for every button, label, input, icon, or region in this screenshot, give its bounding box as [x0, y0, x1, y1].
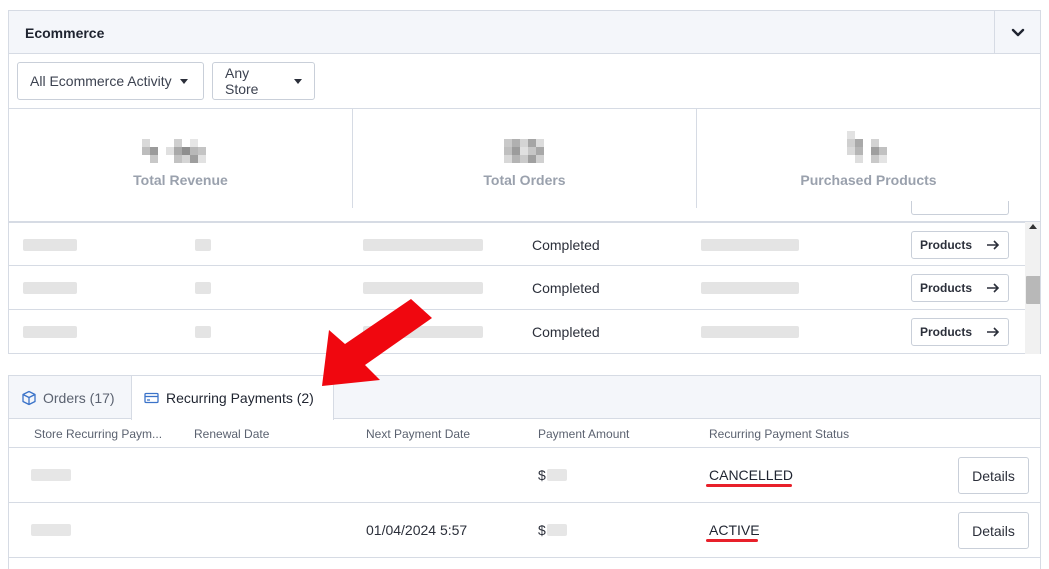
products-button-label: Products	[920, 325, 973, 339]
orders-list: Completed Products Completed Products Co…	[9, 222, 1025, 354]
tab-orders-label: Orders (17)	[43, 389, 115, 406]
caret-down-icon	[179, 78, 188, 84]
annotation-underline	[706, 484, 792, 487]
products-button-label: Products	[920, 238, 973, 252]
ecommerce-title: Ecommerce	[25, 25, 105, 41]
stat-value-obscured	[142, 131, 222, 165]
details-button[interactable]: Details	[958, 457, 1029, 494]
column-header[interactable]: Renewal Date	[194, 427, 269, 441]
column-header[interactable]: Store Recurring Paym...	[34, 427, 162, 441]
activity-filter-label: All Ecommerce Activity	[30, 73, 172, 89]
obscured-text	[195, 239, 211, 251]
stat-label: Total Revenue	[133, 172, 228, 188]
recurring-row: 01/04/2024 5:57 $ ACTIVE Details	[9, 503, 1040, 558]
order-row: Completed Products	[9, 266, 1025, 310]
tab-bar: Orders (17) Recurring Payments (2)	[9, 376, 1040, 420]
obscured-text	[31, 469, 71, 481]
activity-filter-dropdown[interactable]: All Ecommerce Activity	[17, 62, 204, 100]
scroll-up-arrow-icon[interactable]	[1029, 224, 1037, 229]
obscured-text	[31, 524, 71, 536]
recurring-row: $ CANCELLED Details	[9, 448, 1040, 503]
arrow-right-icon	[987, 327, 1000, 337]
collapse-button[interactable]	[994, 11, 1040, 54]
obscured-text	[363, 326, 483, 338]
obscured-text	[195, 282, 211, 294]
annotation-underline	[706, 539, 758, 542]
products-button[interactable]: Products	[911, 318, 1009, 346]
pixelated-value	[504, 139, 544, 163]
obscured-text	[547, 469, 567, 481]
tab-recurring-label: Recurring Payments (2)	[166, 390, 314, 406]
order-status: Completed	[532, 324, 600, 340]
stat-label: Purchased Products	[800, 172, 937, 188]
recurring-status: CANCELLED	[709, 467, 794, 483]
orders-scrollbar[interactable]	[1025, 222, 1040, 354]
recurring-card: Orders (17) Recurring Payments (2) Store…	[8, 375, 1041, 569]
obscured-text	[23, 326, 77, 338]
order-row: Completed Products	[9, 222, 1025, 266]
stat-value-obscured	[504, 131, 552, 165]
recurring-status: ACTIVE	[709, 522, 760, 538]
stat-value-obscured	[847, 131, 895, 165]
column-header[interactable]: Recurring Payment Status	[709, 427, 849, 441]
recurring-table-header: Store Recurring Paym... Renewal Date Nex…	[9, 420, 1040, 448]
products-button[interactable]: Products	[911, 231, 1009, 259]
tab-orders[interactable]: Orders (17)	[9, 376, 131, 419]
next-payment-date: 01/04/2024 5:57	[366, 522, 468, 538]
arrow-right-icon	[987, 283, 1000, 293]
column-header[interactable]: Payment Amount	[538, 427, 629, 441]
obscured-text	[701, 282, 799, 294]
payment-amount-prefix: $	[538, 522, 546, 538]
arrow-right-icon	[987, 240, 1000, 250]
tab-recurring-payments[interactable]: Recurring Payments (2)	[131, 376, 334, 420]
ecommerce-header: Ecommerce	[9, 11, 1040, 54]
scroll-thumb[interactable]	[1026, 276, 1040, 304]
details-button[interactable]: Details	[958, 512, 1029, 549]
obscured-text	[23, 282, 77, 294]
pixelated-value	[142, 139, 206, 163]
obscured-text	[701, 326, 799, 338]
obscured-text	[547, 524, 567, 536]
order-status: Completed	[532, 280, 600, 296]
order-row: Completed Products	[9, 310, 1025, 354]
stat-total-orders: Total Orders	[353, 109, 697, 208]
obscured-text	[23, 239, 77, 251]
chevron-down-icon	[1011, 28, 1024, 36]
pixelated-value	[847, 131, 887, 163]
products-button[interactable]: Products	[911, 274, 1009, 302]
stat-total-revenue: Total Revenue	[9, 109, 353, 208]
store-filter-label: Any Store	[225, 65, 259, 97]
obscured-text	[701, 239, 799, 251]
caret-down-icon	[294, 78, 302, 84]
box-icon	[22, 390, 36, 405]
stats-row: Total Revenue Total Orders Purchased Pro…	[9, 109, 1040, 222]
store-filter-dropdown[interactable]: Any Store	[212, 62, 315, 100]
credit-card-icon	[144, 392, 159, 404]
ecommerce-card: Ecommerce All Ecommerce Activity Any Sto…	[8, 10, 1041, 354]
order-status: Completed	[532, 237, 600, 253]
obscured-text	[363, 282, 483, 294]
filter-bar: All Ecommerce Activity Any Store	[9, 54, 1040, 109]
products-button-partial[interactable]	[911, 201, 1009, 215]
stat-purchased-products: Purchased Products	[697, 109, 1040, 208]
obscured-text	[363, 239, 483, 251]
column-header[interactable]: Next Payment Date	[366, 427, 470, 441]
products-button-label: Products	[920, 281, 973, 295]
payment-amount-prefix: $	[538, 467, 546, 483]
stat-label: Total Orders	[483, 172, 566, 188]
obscured-text	[195, 326, 211, 338]
